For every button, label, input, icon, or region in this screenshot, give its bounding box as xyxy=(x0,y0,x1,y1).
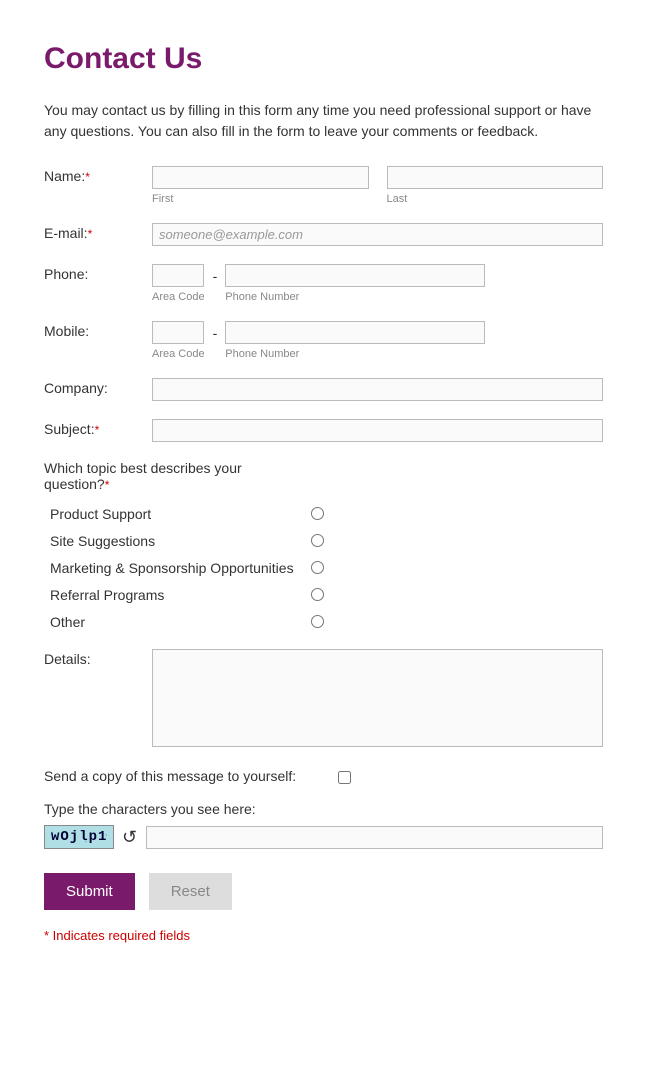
phone-area-input[interactable] xyxy=(152,264,204,287)
topic-radio-other[interactable] xyxy=(311,615,324,628)
intro-text: You may contact us by filling in this fo… xyxy=(44,100,603,142)
first-name-sublabel: First xyxy=(152,193,369,205)
mobile-area-input[interactable] xyxy=(152,321,204,344)
captcha-label: Type the characters you see here: xyxy=(44,801,603,817)
topic-question: Which topic best describes your question… xyxy=(44,460,304,492)
subject-input[interactable] xyxy=(152,419,603,442)
mobile-number-input[interactable] xyxy=(225,321,485,344)
topic-option-label: Referral Programs xyxy=(44,581,300,608)
mobile-number-sublabel: Phone Number xyxy=(225,348,603,360)
topic-radio-site-suggestions[interactable] xyxy=(311,534,324,547)
first-name-input[interactable] xyxy=(152,166,369,189)
topic-option-label: Marketing & Sponsorship Opportunities xyxy=(44,554,300,581)
phone-area-sublabel: Area Code xyxy=(152,291,205,303)
company-label: Company: xyxy=(44,378,152,396)
name-label: Name:* xyxy=(44,166,152,184)
topic-option-label: Other xyxy=(44,608,300,635)
phone-number-sublabel: Phone Number xyxy=(225,291,603,303)
topic-radio-referral[interactable] xyxy=(311,588,324,601)
last-name-input[interactable] xyxy=(387,166,604,189)
details-label: Details: xyxy=(44,649,152,667)
topic-option-label: Product Support xyxy=(44,500,300,527)
topic-radio-marketing[interactable] xyxy=(311,561,324,574)
phone-label: Phone: xyxy=(44,264,152,282)
email-label: E-mail:* xyxy=(44,223,152,241)
page-title: Contact Us xyxy=(44,42,603,76)
mobile-label: Mobile: xyxy=(44,321,152,339)
phone-number-input[interactable] xyxy=(225,264,485,287)
company-input[interactable] xyxy=(152,378,603,401)
subject-label: Subject:* xyxy=(44,419,152,437)
refresh-icon[interactable]: ↻ xyxy=(122,827,137,848)
copy-self-label: Send a copy of this message to yourself: xyxy=(44,768,334,784)
mobile-area-sublabel: Area Code xyxy=(152,348,205,360)
topic-radio-product-support[interactable] xyxy=(311,507,324,520)
copy-self-checkbox[interactable] xyxy=(338,771,351,784)
topic-option-label: Site Suggestions xyxy=(44,527,300,554)
dash-separator: - xyxy=(213,264,218,284)
required-note: * Indicates required fields xyxy=(44,928,603,943)
captcha-image: wOjlp1 xyxy=(44,825,114,849)
email-input[interactable] xyxy=(152,223,603,246)
reset-button[interactable]: Reset xyxy=(149,873,232,910)
captcha-input[interactable] xyxy=(146,826,603,849)
dash-separator: - xyxy=(213,321,218,341)
submit-button[interactable]: Submit xyxy=(44,873,135,910)
last-name-sublabel: Last xyxy=(387,193,604,205)
details-textarea[interactable] xyxy=(152,649,603,747)
